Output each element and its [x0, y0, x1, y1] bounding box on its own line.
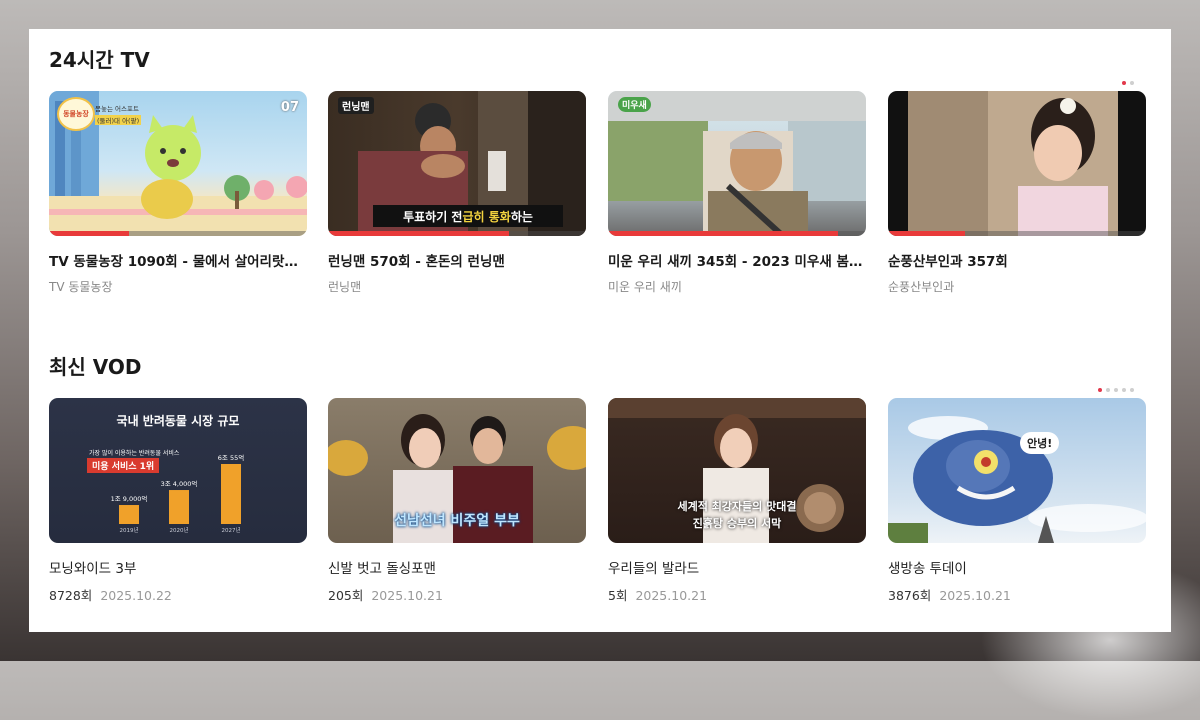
card-title[interactable]: 런닝맨 570회 - 혼돈의 런닝맨: [328, 250, 586, 270]
pager-dot[interactable]: [1106, 388, 1110, 392]
thumbnail[interactable]: 안녕!: [888, 398, 1146, 543]
vod-card[interactable]: 선남선녀 비주얼 부부 신발 벗고 돌싱포맨 205회 2025.10.21: [328, 398, 586, 604]
thumbnail[interactable]: 선남선녀 비주얼 부부: [328, 398, 586, 543]
chart-bar: [221, 464, 241, 524]
vod-card[interactable]: 안녕! 생방송 투데이 3876회 2025.10.21: [888, 398, 1146, 604]
chart-year-label: 2027년: [221, 526, 240, 534]
episode-count: 8728회: [49, 588, 93, 603]
live-card[interactable]: 런닝맨 투표하기 전 급히 통화 하는 런닝맨 570회 - 혼돈의 런닝맨 런닝…: [328, 91, 586, 295]
pager-dot[interactable]: [1114, 388, 1118, 392]
program-logo: 런닝맨: [338, 97, 374, 114]
thumbnail[interactable]: 런닝맨 투표하기 전 급히 통화 하는: [328, 91, 586, 236]
episode-badge: 07: [280, 100, 299, 115]
card-channel: 순풍산부인과: [888, 280, 955, 294]
air-date: 2025.10.21: [635, 588, 708, 603]
thumbnail-caption: 선남선녀 비주얼 부부: [394, 513, 520, 529]
live-card[interactable]: 동물농장 몸놓는 어스포트 (둘러)대 아(팥) 07 TV 동물농장 1090…: [49, 91, 307, 295]
card-meta: 3876회 2025.10.21: [888, 585, 1146, 604]
episode-count: 205회: [328, 588, 364, 603]
live-card[interactable]: 미우새 미운 우리 새끼 345회 - 2023 미우새 봄… 미운 우리 새끼: [608, 91, 866, 295]
air-date: 2025.10.21: [371, 588, 443, 603]
thumbnail-art: [608, 91, 866, 236]
progress-fill: [49, 231, 129, 236]
card-title[interactable]: 신발 벗고 돌싱포맨: [328, 557, 586, 577]
pager-dot[interactable]: [1130, 81, 1134, 85]
card-title[interactable]: 생방송 투데이: [888, 557, 1146, 577]
pager-dot[interactable]: [1098, 388, 1102, 392]
content-panel: 24시간 TV 동물농장 몸놓는 어스포트 (둘러)대 아(팥) 07 TV 동…: [29, 29, 1171, 632]
vod-card[interactable]: 국내 반려동물 시장 규모 가장 많이 이용하는 반려동물 서비스 미용 서비스…: [49, 398, 307, 604]
card-meta: 205회 2025.10.21: [328, 585, 586, 604]
bar-chart: 1조 9,000억 2019년 3조 4,000억 2020년 6조 55억 2027년: [111, 454, 245, 534]
progress-fill: [888, 231, 966, 236]
card-channel: 런닝맨: [328, 280, 362, 294]
card-title[interactable]: 미운 우리 새끼 345회 - 2023 미우새 봄…: [608, 250, 866, 270]
thumbnail[interactable]: 동물농장 몸놓는 어스포트 (둘러)대 아(팥) 07: [49, 91, 307, 236]
air-date: 2025.10.22: [100, 588, 172, 603]
chart-year-label: 2019년: [119, 526, 138, 534]
thumbnail-caption: 투표하기 전 급히 통화 하는: [373, 205, 563, 227]
live-card[interactable]: 순풍산부인과 357회 순풍산부인과: [888, 91, 1146, 295]
thumbnail[interactable]: 세계적 최강자들의 맛대결 진흙탕 승부의 서막: [608, 398, 866, 543]
card-meta: 5회 2025.10.21: [608, 585, 866, 604]
progress-bar: [49, 231, 307, 236]
thumbnail-caption-1: 세계적 최강자들의 맛대결: [677, 500, 797, 513]
vod-card[interactable]: 세계적 최강자들의 맛대결 진흙탕 승부의 서막 우리들의 발라드 5회 2025…: [608, 398, 866, 604]
card-title[interactable]: 순풍산부인과 357회: [888, 250, 1146, 270]
card-channel: TV 동물농장: [49, 280, 113, 294]
card-title[interactable]: 우리들의 발라드: [608, 557, 866, 577]
chart-bar: [169, 490, 189, 524]
pager-dot[interactable]: [1122, 388, 1126, 392]
progress-bar: [888, 231, 1146, 236]
episode-count: 5회: [608, 588, 628, 603]
progress-bar: [328, 231, 586, 236]
thumbnail-art: [908, 91, 1118, 236]
card-title[interactable]: 모닝와이드 3부: [49, 557, 307, 577]
thumbnail-art: [888, 416, 1146, 543]
pager-dot[interactable]: [1122, 81, 1126, 85]
section-title-latest-vod: 최신 VOD: [49, 355, 142, 379]
thumbnail[interactable]: 국내 반려동물 시장 규모 가장 많이 이용하는 반려동물 서비스 미용 서비스…: [49, 398, 307, 543]
pager-dot[interactable]: [1130, 388, 1134, 392]
thumbnail[interactable]: 미우새: [608, 91, 866, 236]
card-meta: 8728회 2025.10.22: [49, 585, 307, 604]
section-title-24h-tv: 24시간 TV: [49, 48, 150, 72]
card-title[interactable]: TV 동물농장 1090회 - 물에서 살어리랏…: [49, 250, 307, 270]
card-channel: 미운 우리 새끼: [608, 280, 682, 294]
chart-value-label: 3조 4,000억: [161, 480, 198, 488]
thumbnail-caption-2: 진흙탕 승부의 서막: [692, 517, 782, 530]
progress-bar: [608, 231, 866, 236]
air-date: 2025.10.21: [939, 588, 1011, 603]
thumbnail[interactable]: [888, 91, 1146, 236]
program-logo: 미우새: [618, 97, 651, 112]
chart-value-label: 6조 55억: [218, 454, 244, 462]
speech-bubble: 안녕!: [1020, 432, 1060, 454]
chart-bar: [119, 505, 139, 524]
chart-year-label: 2020년: [169, 526, 188, 534]
progress-fill: [328, 231, 509, 236]
chart-value-label: 1조 9,000억: [111, 495, 148, 503]
thumbnail-caption: 몸놓는 어스포트 (둘러)대 아(팥): [95, 105, 142, 125]
pager-dots[interactable]: [1098, 388, 1134, 392]
pager-dots[interactable]: [1122, 81, 1134, 85]
progress-fill: [608, 231, 838, 236]
episode-count: 3876회: [888, 588, 932, 603]
program-logo: 동물농장: [57, 97, 95, 131]
